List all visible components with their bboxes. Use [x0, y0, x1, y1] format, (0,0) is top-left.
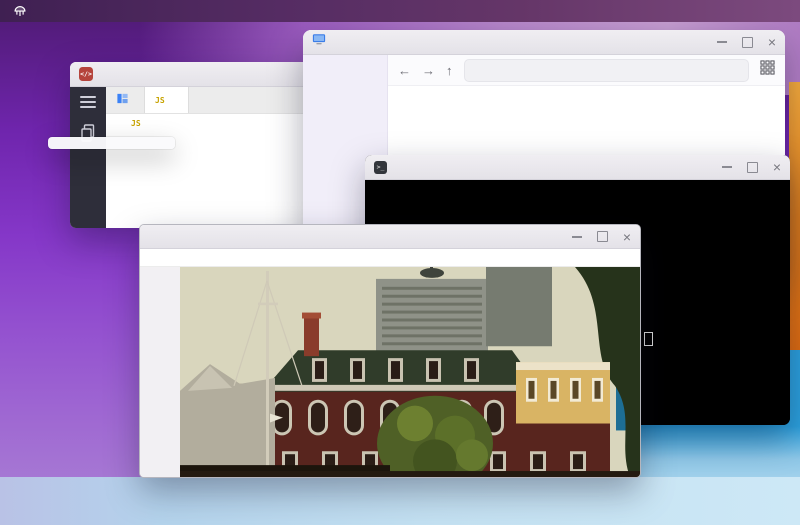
top-bar: [0, 0, 800, 22]
terminal-titlebar[interactable]: >_ ×: [365, 155, 790, 180]
minimize-button[interactable]: [571, 235, 582, 238]
close-button[interactable]: ×: [768, 35, 776, 49]
tool-palette: [140, 267, 181, 477]
menu-icon[interactable]: [80, 96, 96, 108]
files-toolbar: ← → ↑: [388, 55, 785, 86]
photo-vancouver: [180, 267, 640, 477]
paint-window: ×: [140, 225, 640, 477]
terminal-icon: >_: [374, 160, 387, 174]
paint-menubar: [140, 249, 640, 267]
maximize-button[interactable]: [596, 231, 608, 242]
context-menu: [48, 137, 175, 149]
code-app-icon: </>: [79, 67, 93, 81]
terminal-cursor: [644, 332, 653, 346]
desktop-icon: [312, 33, 326, 51]
forward-icon[interactable]: →: [422, 64, 435, 77]
grid-view-icon[interactable]: [760, 60, 775, 80]
path-breadcrumb[interactable]: [463, 58, 749, 82]
maximize-button[interactable]: [741, 36, 753, 48]
puter-logo[interactable]: [12, 3, 28, 19]
desktop: </> JS JS × ← → ↑ >_ × ×: [0, 0, 800, 525]
maximize-button[interactable]: [746, 161, 758, 173]
minimize-button[interactable]: [721, 166, 732, 168]
minimize-button[interactable]: [716, 41, 727, 43]
up-icon[interactable]: ↑: [446, 64, 453, 77]
close-button[interactable]: ×: [773, 160, 781, 174]
paint-titlebar[interactable]: ×: [140, 225, 640, 249]
js-file-icon: JS: [155, 95, 165, 105]
code-activity-bar: [70, 87, 106, 228]
tab-pathjs[interactable]: JS: [145, 87, 189, 113]
tab-welcome[interactable]: [106, 87, 145, 113]
welcome-tab-icon: [116, 92, 129, 108]
close-button[interactable]: ×: [623, 230, 631, 244]
taskbar: [0, 490, 800, 525]
back-icon[interactable]: ←: [398, 64, 411, 77]
files-titlebar[interactable]: ×: [303, 30, 785, 55]
js-file-icon: JS: [131, 119, 141, 128]
